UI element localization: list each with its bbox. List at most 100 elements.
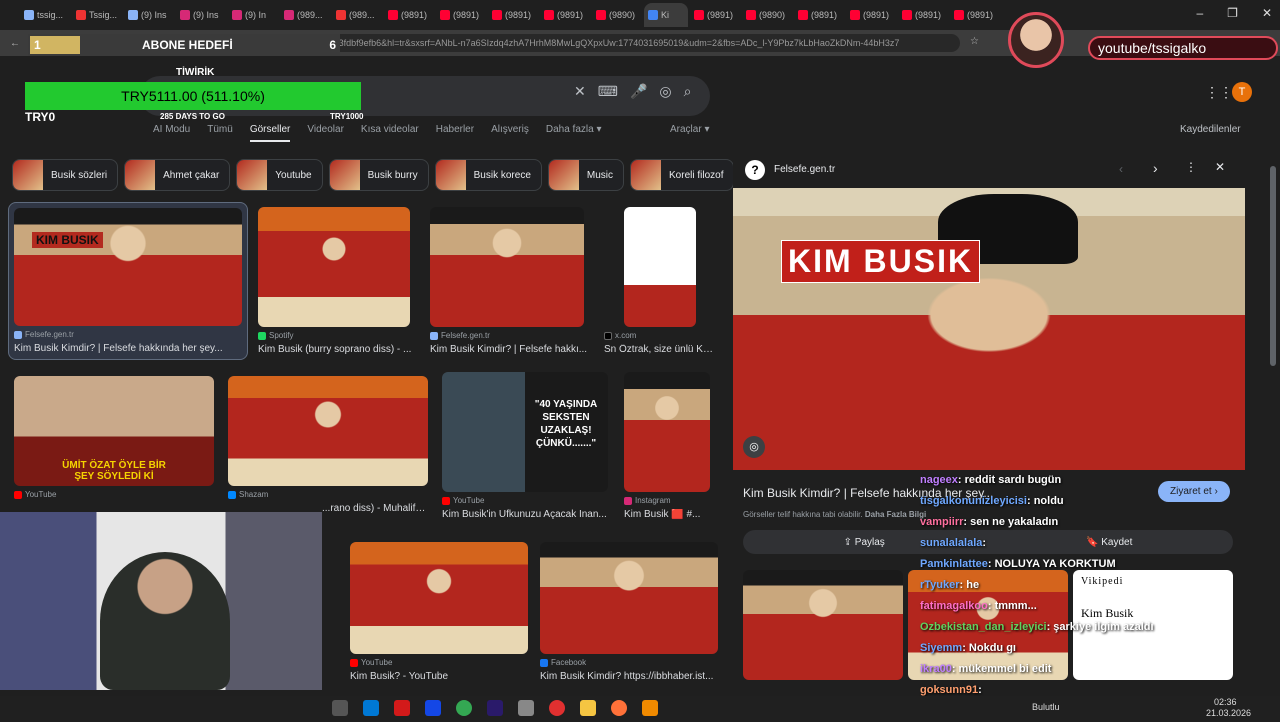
prev-icon[interactable]: ‹ <box>1119 162 1123 176</box>
back-icon[interactable]: ← <box>10 38 20 49</box>
browser-tab[interactable]: (9) In <box>228 3 278 27</box>
nav-tab[interactable]: Haberler <box>436 124 474 142</box>
result-card[interactable]: Instagram Kim Busik 🟥 #... <box>624 372 716 520</box>
nav-tab[interactable]: Alışveriş <box>491 124 529 142</box>
clock-time[interactable]: 02:36 <box>1214 697 1237 707</box>
result-title[interactable]: Kim Busik 🟥 #... <box>624 509 716 520</box>
more-info-link[interactable]: Daha Fazla Bilgi <box>865 510 926 519</box>
nav-tab[interactable]: Daha fazla ▾ <box>546 124 602 142</box>
filter-chip[interactable]: Youtube <box>236 159 323 191</box>
browser-tab[interactable]: (9891) <box>950 3 1000 27</box>
browser-tab[interactable]: (9891) <box>488 3 538 27</box>
next-icon[interactable]: › <box>1153 160 1158 176</box>
result-title[interactable]: Kim Busik Kimdir? | Felsefe hakkında her… <box>14 343 242 354</box>
goal-label: ABONE HEDEFİ <box>142 38 233 52</box>
result-title[interactable]: Kim Busik'in Ufkunuzu Açacak İnan... <box>442 509 610 520</box>
bookmark-star-icon[interactable]: ☆ <box>970 36 979 47</box>
result-card[interactable]: x.com Sn Öztrak, size ünlü Ko... <box>604 207 716 355</box>
close-panel-icon[interactable]: ✕ <box>1215 160 1225 174</box>
app-icon[interactable] <box>425 700 441 716</box>
weather-label[interactable]: Bulutlu <box>1032 702 1060 712</box>
apps-grid-icon[interactable]: ⋮⋮ <box>1205 84 1233 101</box>
result-card[interactable]: YouTube Kim Busik? - YouTube <box>350 542 530 682</box>
filter-chip[interactable]: Busik sözleri <box>12 159 119 191</box>
browser-tab[interactable]: (9890) <box>592 3 642 27</box>
keyboard-icon[interactable]: ⌨ <box>598 83 618 100</box>
lens-search-icon[interactable]: ◎ <box>743 436 765 458</box>
microphone-icon[interactable]: 🎤 <box>630 83 647 100</box>
premiere-icon[interactable] <box>487 700 503 716</box>
nav-tab[interactable]: Kısa videolar <box>361 124 419 142</box>
result-card[interactable]: Shazam ...rano diss) - Muhalif: Ş... <box>228 376 428 514</box>
clear-icon[interactable]: ✕ <box>574 83 586 100</box>
browser-tab[interactable]: Ki <box>644 3 688 27</box>
result-card[interactable]: Facebook Kim Busik Kimdir? https://ibbha… <box>540 542 718 682</box>
page-scrollbar[interactable] <box>1270 166 1276 366</box>
clock-date[interactable]: 21.03.2026 <box>1206 708 1251 718</box>
browser-tab[interactable]: (9891) <box>898 3 948 27</box>
nav-tab[interactable]: Görseller <box>249 124 291 142</box>
preview-image[interactable]: KIM BUSIK ◎ <box>733 188 1245 470</box>
result-card[interactable]: ÜMİT ÖZAT ÖYLE BİR ŞEY SÖYLEDİ Kİ YouTub… <box>14 376 214 499</box>
result-card[interactable]: "40 YAŞINDA SEKSTEN UZAKLAŞ! ÇÜNKÜ......… <box>442 372 610 520</box>
app-icon[interactable] <box>518 700 534 716</box>
filter-chip[interactable]: Busik korece <box>434 159 542 191</box>
result-card[interactable]: Spotify Kim Busik (burry soprano diss) -… <box>258 207 416 355</box>
nav-tab[interactable]: AI Modu <box>153 124 190 142</box>
avatar[interactable]: T <box>1232 82 1252 102</box>
outlook-icon[interactable] <box>363 700 379 716</box>
image-overlay-text: ÜMİT ÖZAT ÖYLE BİR ŞEY SÖYLEDİ Kİ <box>62 460 166 482</box>
search-icon[interactable]: ⌕ <box>684 83 692 100</box>
result-title[interactable]: Kim Busik? - YouTube <box>350 671 530 682</box>
more-options-icon[interactable]: ⋮ <box>1185 160 1197 174</box>
opera-icon[interactable] <box>394 700 410 716</box>
browser-tab[interactable]: (9891) <box>540 3 590 27</box>
result-title[interactable]: Kim Busik Kimdir? https://ibbhaber.ist..… <box>540 671 718 682</box>
result-title[interactable]: Sn Öztrak, size ünlü Ko... <box>604 344 716 355</box>
share-button[interactable]: ⇪ Paylaş <box>844 537 885 548</box>
vlc-icon[interactable] <box>642 700 658 716</box>
browser-tab[interactable]: (9891) <box>436 3 486 27</box>
nav-tab[interactable]: Videolar <box>307 124 344 142</box>
result-card[interactable]: Felsefe.gen.tr Kim Busik Kimdir? | Felse… <box>430 207 590 355</box>
result-title[interactable]: ...rano diss) - Muhalif: Ş... <box>322 503 428 514</box>
app-icon[interactable] <box>549 700 565 716</box>
browser-tab[interactable]: (9891) <box>794 3 844 27</box>
browser-tab[interactable]: (9891) <box>384 3 434 27</box>
browser-tab[interactable]: tssig... <box>20 3 70 27</box>
chip-label: Koreli filozof <box>669 169 724 181</box>
browser-tab[interactable]: (9) Ins <box>124 3 174 27</box>
result-title[interactable]: Kim Busik Kimdir? | Felsefe hakkı... <box>430 344 590 355</box>
result-card[interactable]: KIM BUSIK Felsefe.gen.tr Kim Busik Kimdi… <box>8 202 248 360</box>
browser-tab[interactable]: Tssig... <box>72 3 122 27</box>
chrome-icon[interactable] <box>456 700 472 716</box>
maximize-button[interactable]: ❐ <box>1227 6 1238 20</box>
filter-chip[interactable]: Ahmet çakar <box>124 159 231 191</box>
explorer-icon[interactable] <box>332 700 348 716</box>
result-source: x.com <box>615 331 637 340</box>
minimize-button[interactable]: – <box>1196 6 1203 20</box>
filter-chip[interactable]: Koreli filozof <box>630 159 735 191</box>
lens-icon[interactable]: ◎ <box>659 83 671 100</box>
filter-chip[interactable]: Music <box>547 159 625 191</box>
tools-menu[interactable]: Araçlar ▾ <box>670 124 709 135</box>
related-image[interactable] <box>743 570 903 680</box>
browser-tab[interactable]: (989... <box>332 3 382 27</box>
tab-label: (9) Ins <box>141 10 167 20</box>
filter-chip[interactable]: Busik burry <box>328 159 429 191</box>
help-icon[interactable]: ? <box>745 160 765 180</box>
browser-tab[interactable]: (9) Ins <box>176 3 226 27</box>
panel-source[interactable]: Felsefe.gen.tr <box>774 164 835 175</box>
tab-favicon-icon <box>648 10 658 20</box>
folder-icon[interactable] <box>580 700 596 716</box>
browser-tab[interactable]: (9891) <box>846 3 896 27</box>
chat-message: vampiirr: sen ne yakaladın <box>920 512 1185 533</box>
result-title[interactable]: Kim Busik (burry soprano diss) - ... <box>258 344 416 355</box>
saved-link[interactable]: Kaydedilenler <box>1180 124 1241 135</box>
close-window-button[interactable]: ✕ <box>1262 6 1272 20</box>
nav-tab[interactable]: Tümü <box>207 124 233 142</box>
firefox-icon[interactable] <box>611 700 627 716</box>
browser-tab[interactable]: (9890) <box>742 3 792 27</box>
browser-tab[interactable]: (989... <box>280 3 330 27</box>
browser-tab[interactable]: (9891) <box>690 3 740 27</box>
